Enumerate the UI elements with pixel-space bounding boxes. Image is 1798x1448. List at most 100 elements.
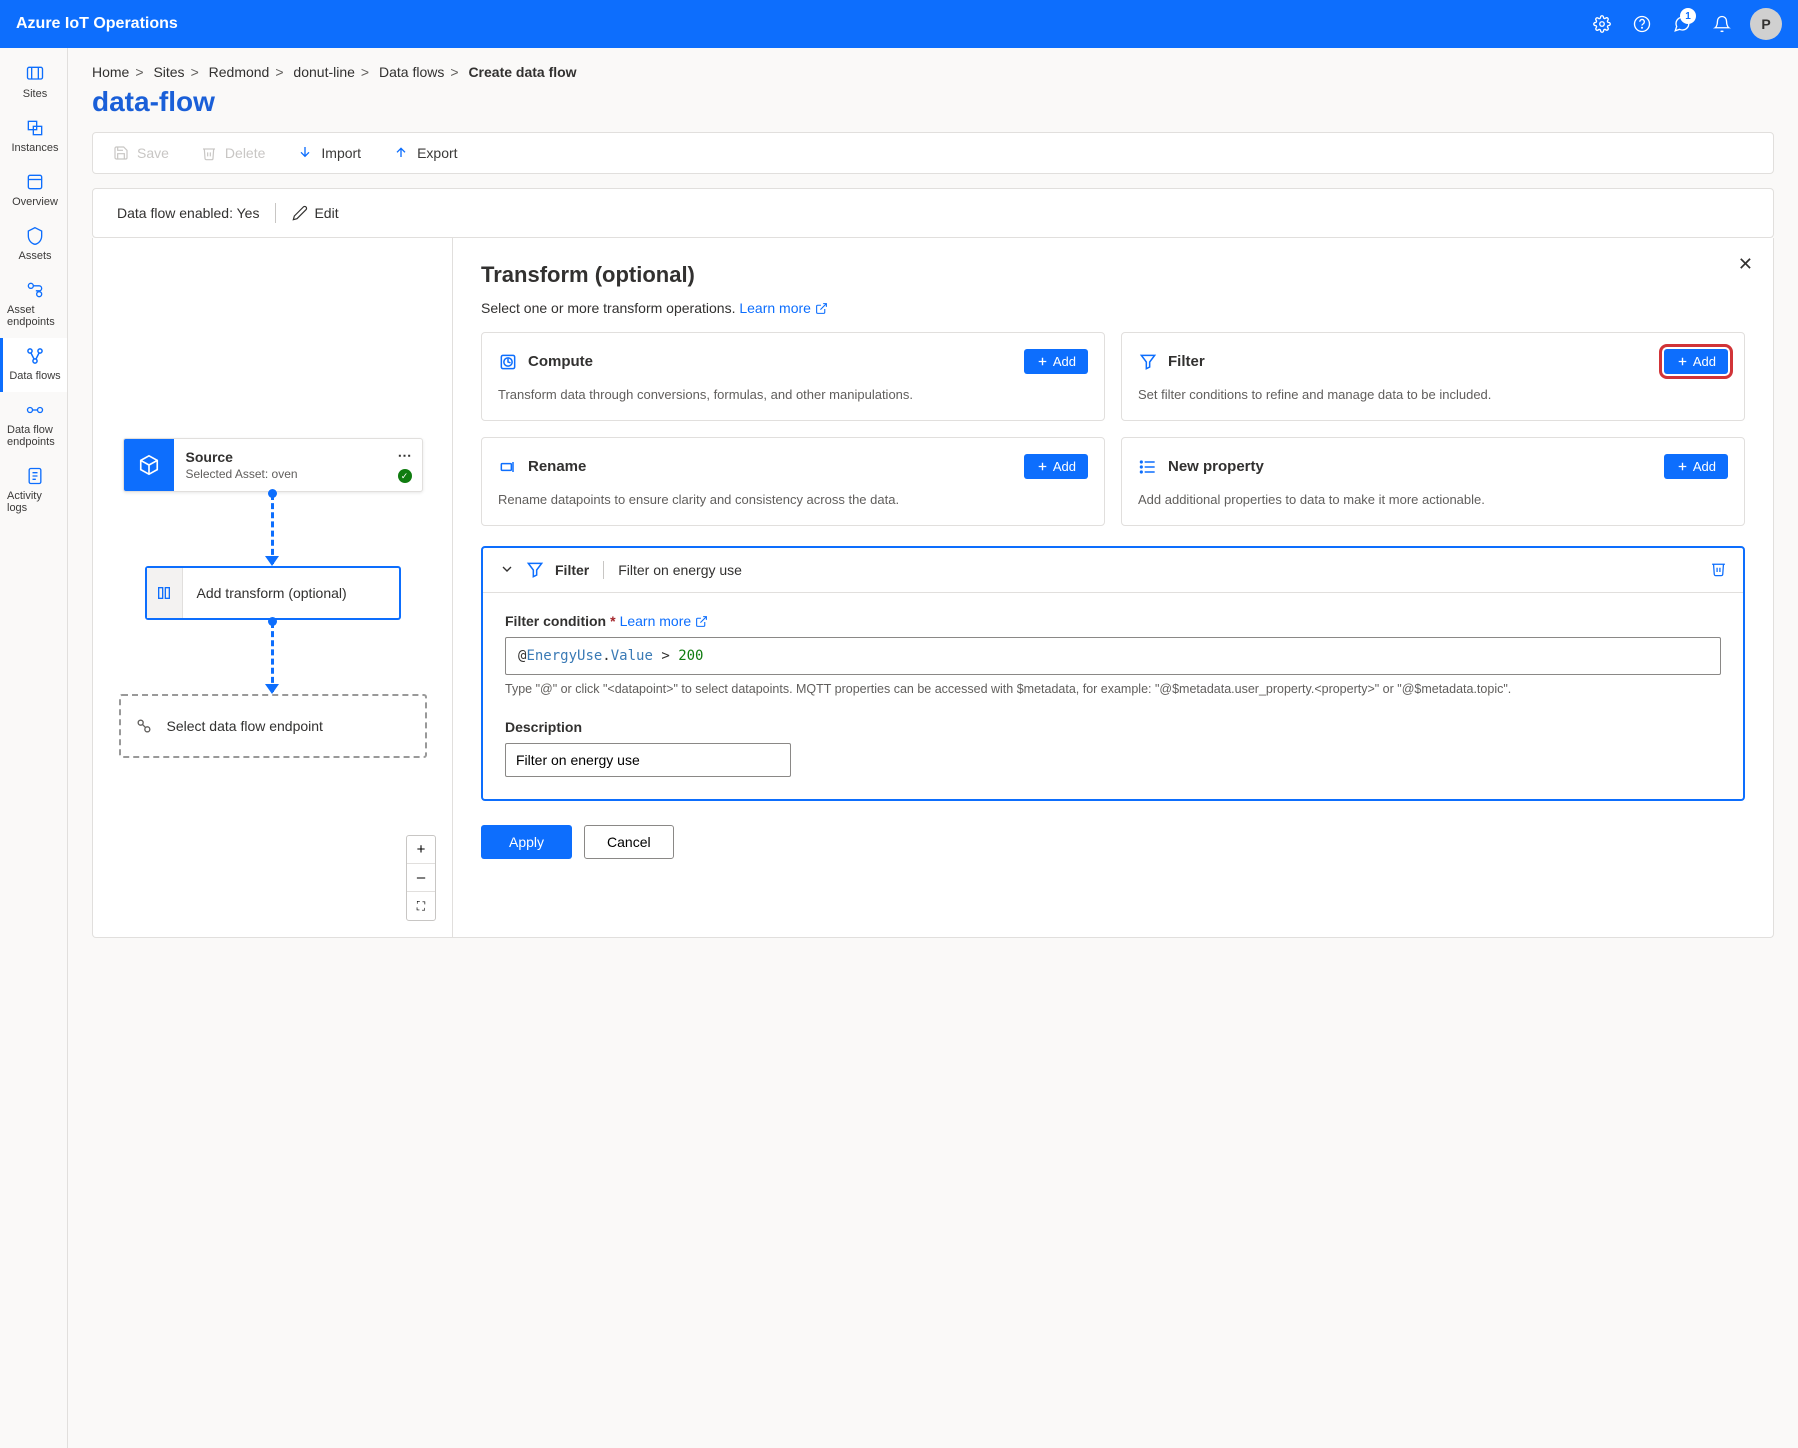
sidebar-item-sites[interactable]: Sites bbox=[0, 56, 67, 110]
card-desc: Set filter conditions to refine and mana… bbox=[1138, 386, 1728, 404]
avatar[interactable]: P bbox=[1750, 8, 1782, 40]
canvas: Source Selected Asset: oven ⋯ ✓ Add tran… bbox=[93, 238, 453, 937]
add-rename-button[interactable]: Add bbox=[1024, 454, 1088, 479]
breadcrumb-link[interactable]: Data flows bbox=[379, 64, 444, 80]
add-newprop-button[interactable]: Add bbox=[1664, 454, 1728, 479]
main-content: Home> Sites> Redmond> donut-line> Data f… bbox=[68, 48, 1798, 1448]
description-label: Description bbox=[505, 719, 1721, 735]
workspace: Source Selected Asset: oven ⋯ ✓ Add tran… bbox=[92, 238, 1774, 938]
close-icon[interactable]: ✕ bbox=[1738, 254, 1753, 275]
source-subtitle: Selected Asset: oven bbox=[186, 467, 410, 481]
brand-title: Azure IoT Operations bbox=[16, 15, 1582, 33]
sidebar: Sites Instances Overview Assets Asset en… bbox=[0, 48, 68, 1448]
status-bar: Data flow enabled: Yes Edit bbox=[92, 188, 1774, 238]
sidebar-label: Sites bbox=[23, 88, 47, 100]
transform-panel: ✕ Transform (optional) Select one or mor… bbox=[453, 238, 1773, 937]
breadcrumb-link[interactable]: Redmond bbox=[209, 64, 270, 80]
sidebar-item-overview[interactable]: Overview bbox=[0, 164, 67, 218]
help-icon[interactable] bbox=[1622, 4, 1662, 44]
toolbar: Save Delete Import Export bbox=[92, 132, 1774, 174]
panel-subtitle: Select one or more transform operations.… bbox=[481, 300, 1745, 316]
sidebar-label: Instances bbox=[11, 142, 58, 154]
source-node[interactable]: Source Selected Asset: oven ⋯ ✓ bbox=[123, 438, 423, 492]
cancel-button[interactable]: Cancel bbox=[584, 825, 674, 859]
learn-more-link[interactable]: Learn more bbox=[739, 300, 827, 316]
cube-icon bbox=[124, 439, 174, 491]
panel-title: Transform (optional) bbox=[481, 262, 1745, 288]
compute-icon bbox=[498, 352, 518, 372]
sidebar-item-activity-logs[interactable]: Activity logs bbox=[0, 458, 67, 524]
status-label: Data flow enabled: Yes bbox=[117, 205, 259, 221]
sidebar-label: Activity logs bbox=[7, 490, 63, 514]
page-title: data-flow bbox=[92, 86, 1774, 118]
filter-zone-name: Filter on energy use bbox=[618, 562, 742, 578]
breadcrumb-link[interactable]: Home bbox=[92, 64, 129, 80]
card-desc: Transform data through conversions, form… bbox=[498, 386, 1088, 404]
sidebar-label: Data flows bbox=[9, 370, 60, 382]
notification-icon[interactable] bbox=[1702, 4, 1742, 44]
endpoint-label: Select data flow endpoint bbox=[167, 718, 425, 734]
breadcrumb: Home> Sites> Redmond> donut-line> Data f… bbox=[92, 64, 1774, 80]
status-success-icon: ✓ bbox=[398, 469, 412, 483]
sidebar-label: Asset endpoints bbox=[7, 304, 63, 328]
list-icon bbox=[1138, 457, 1158, 477]
filter-condition-label: Filter condition * Learn more bbox=[505, 613, 1721, 629]
transform-icon bbox=[147, 568, 183, 618]
breadcrumb-current: Create data flow bbox=[468, 64, 576, 80]
connector-line bbox=[271, 494, 274, 564]
filter-icon bbox=[1138, 352, 1158, 372]
more-icon[interactable]: ⋯ bbox=[398, 447, 412, 464]
card-title: Rename bbox=[528, 458, 586, 475]
transform-label: Add transform (optional) bbox=[183, 585, 399, 601]
settings-icon[interactable] bbox=[1582, 4, 1622, 44]
feedback-badge: 1 bbox=[1680, 8, 1696, 24]
transform-node[interactable]: Add transform (optional) bbox=[145, 566, 401, 620]
endpoint-icon bbox=[121, 716, 167, 736]
import-button[interactable]: Import bbox=[297, 145, 361, 161]
card-title: Compute bbox=[528, 353, 593, 370]
card-desc: Rename datapoints to ensure clarity and … bbox=[498, 491, 1088, 509]
card-title: New property bbox=[1168, 458, 1264, 475]
sidebar-item-asset-endpoints[interactable]: Asset endpoints bbox=[0, 272, 67, 338]
card-desc: Add additional properties to data to mak… bbox=[1138, 491, 1728, 509]
edit-button[interactable]: Edit bbox=[292, 205, 338, 221]
filter-editor: Filter Filter on energy use Filter condi… bbox=[481, 546, 1745, 801]
breadcrumb-link[interactable]: Sites bbox=[153, 64, 184, 80]
sidebar-item-assets[interactable]: Assets bbox=[0, 218, 67, 272]
trash-icon[interactable] bbox=[1710, 560, 1727, 580]
sidebar-item-data-flow-endpoints[interactable]: Data flow endpoints bbox=[0, 392, 67, 458]
description-input[interactable] bbox=[505, 743, 791, 777]
filter-card: Filter Add Set filter conditions to refi… bbox=[1121, 332, 1745, 421]
zoom-controls: + – ⛶ bbox=[406, 835, 436, 921]
filter-condition-input[interactable]: @EnergyUse.Value > 200 bbox=[505, 637, 1721, 675]
save-button[interactable]: Save bbox=[113, 145, 169, 161]
learn-more-link[interactable]: Learn more bbox=[620, 613, 708, 629]
rename-icon bbox=[498, 457, 518, 477]
sidebar-label: Overview bbox=[12, 196, 58, 208]
newprop-card: New property Add Add additional properti… bbox=[1121, 437, 1745, 526]
top-header: Azure IoT Operations 1 P bbox=[0, 0, 1798, 48]
sidebar-item-instances[interactable]: Instances bbox=[0, 110, 67, 164]
feedback-icon[interactable]: 1 bbox=[1662, 4, 1702, 44]
sidebar-label: Assets bbox=[18, 250, 51, 262]
sidebar-item-data-flows[interactable]: Data flows bbox=[0, 338, 67, 392]
chevron-down-icon[interactable] bbox=[499, 561, 515, 580]
card-title: Filter bbox=[1168, 353, 1205, 370]
fit-button[interactable]: ⛶ bbox=[407, 892, 435, 920]
zoom-out-button[interactable]: – bbox=[407, 864, 435, 892]
endpoint-node[interactable]: Select data flow endpoint bbox=[119, 694, 427, 758]
breadcrumb-link[interactable]: donut-line bbox=[293, 64, 355, 80]
sidebar-label: Data flow endpoints bbox=[7, 424, 63, 448]
rename-card: Rename Add Rename datapoints to ensure c… bbox=[481, 437, 1105, 526]
source-title: Source bbox=[186, 449, 410, 465]
compute-card: Compute Add Transform data through conve… bbox=[481, 332, 1105, 421]
filter-icon bbox=[525, 560, 545, 580]
export-button[interactable]: Export bbox=[393, 145, 457, 161]
filter-zone-title: Filter bbox=[555, 562, 589, 578]
add-compute-button[interactable]: Add bbox=[1024, 349, 1088, 374]
zoom-in-button[interactable]: + bbox=[407, 836, 435, 864]
delete-button[interactable]: Delete bbox=[201, 145, 265, 161]
filter-hint: Type "@" or click "<datapoint>" to selec… bbox=[505, 681, 1721, 699]
add-filter-button[interactable]: Add bbox=[1664, 349, 1728, 374]
apply-button[interactable]: Apply bbox=[481, 825, 572, 859]
